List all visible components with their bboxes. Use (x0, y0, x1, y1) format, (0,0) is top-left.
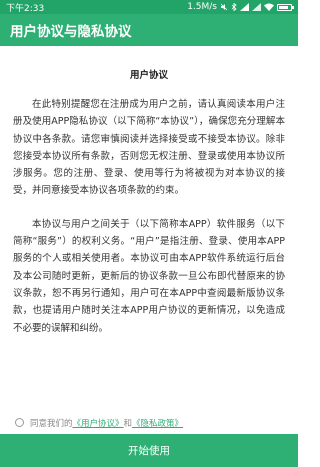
agree-radio[interactable] (15, 418, 24, 427)
signal-icon (240, 3, 249, 11)
agreement-consent-row: 同意我们的 《用户协议》 和 《隐私政策》 (0, 411, 298, 434)
mute-icon (220, 3, 228, 11)
battery-icon (277, 3, 294, 11)
start-button[interactable]: 开始使用 (0, 434, 298, 467)
agree-conjunction-text: 和 (123, 418, 133, 429)
start-button-label: 开始使用 (128, 445, 170, 457)
app-bar: 用户协议与隐私协议 (0, 14, 298, 46)
battery-level-fill (279, 5, 289, 9)
agree-prefix-text: 同意我们的 (30, 418, 73, 429)
status-bar: 下午2:33 1.5M/s (0, 0, 298, 14)
agreement-paragraph: 在此特别提醒您在注册成为用户之前，请认真阅读本用户注册及使用APP隐私协议（以下… (13, 99, 285, 197)
bluetooth-icon (231, 3, 237, 11)
network-speed: 1.5M/s (187, 2, 217, 12)
status-icons: 1.5M/s (187, 2, 294, 12)
signal-icon (252, 3, 261, 11)
document-title: 用户协议 (129, 70, 168, 81)
privacy-policy-link[interactable]: 《隐私政策》 (132, 417, 183, 429)
app-bar-title: 用户协议与隐私协议 (10, 24, 132, 40)
agreement-paragraph: 本协议与用户之间关于（以下简称本APP）软件服务（以下简称“服务”）的权利义务。… (13, 218, 285, 334)
wifi-icon (264, 3, 274, 11)
user-agreement-link[interactable]: 《用户协议》 (73, 417, 124, 429)
status-time: 下午2:33 (6, 3, 45, 14)
agreement-content[interactable]: 在此特别提醒您在注册成为用户之前，请认真阅读本用户注册及使用APP隐私协议（以下… (13, 96, 285, 411)
